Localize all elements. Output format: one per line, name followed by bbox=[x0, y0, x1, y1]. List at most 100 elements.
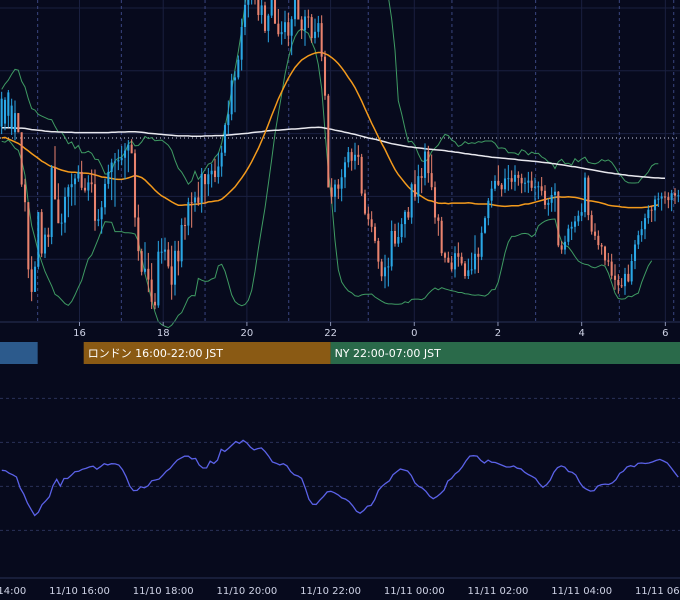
candle-body bbox=[523, 182, 527, 184]
candle-body bbox=[23, 184, 27, 203]
candle-body bbox=[490, 188, 493, 201]
candle-body bbox=[67, 187, 70, 197]
candle-body bbox=[470, 269, 473, 271]
candle-body bbox=[320, 23, 323, 57]
candle-body bbox=[137, 217, 140, 252]
candle-body bbox=[613, 275, 617, 280]
oscillator-time-tick-label: 11/10 20:00 bbox=[216, 586, 277, 597]
candle-body bbox=[103, 183, 107, 208]
candle-body bbox=[507, 178, 510, 180]
candle-body bbox=[87, 182, 90, 191]
candle-body bbox=[220, 152, 223, 167]
candle-body bbox=[330, 187, 333, 197]
candle-body bbox=[20, 132, 23, 185]
candle-body bbox=[160, 251, 163, 253]
candle-body bbox=[447, 257, 450, 263]
candle-body bbox=[637, 235, 640, 245]
candle-body bbox=[573, 221, 577, 227]
candle-body bbox=[400, 224, 403, 237]
candle-body bbox=[267, 15, 270, 31]
candle-body bbox=[517, 174, 520, 178]
candle-body bbox=[63, 196, 67, 223]
candle-body bbox=[13, 113, 17, 133]
oscillator-time-tick-label: 11/10 16:00 bbox=[49, 586, 110, 597]
candle-body bbox=[563, 241, 567, 250]
candle-body bbox=[577, 215, 580, 222]
time-tick-label: 6 bbox=[662, 328, 668, 339]
candle-body bbox=[183, 225, 187, 226]
candle-body bbox=[287, 22, 290, 36]
candle-body bbox=[37, 212, 40, 267]
candle-body bbox=[380, 261, 383, 277]
candle-body bbox=[647, 209, 650, 219]
candle-body bbox=[460, 256, 463, 264]
candle-body bbox=[487, 200, 490, 219]
candle-body bbox=[440, 220, 443, 254]
oscillator-time-tick-label: 11/10 18:00 bbox=[133, 586, 194, 597]
candle-body bbox=[7, 92, 10, 116]
candle-body bbox=[290, 19, 293, 36]
oscillator-time-tick-label: 11/11 00:00 bbox=[384, 586, 445, 597]
candle-body bbox=[3, 99, 7, 124]
candle-body bbox=[40, 212, 43, 254]
candle bbox=[230, 73, 233, 121]
candle-body bbox=[150, 279, 153, 302]
candle-body bbox=[620, 285, 623, 287]
candle-body bbox=[140, 251, 143, 272]
candle-body bbox=[407, 211, 410, 218]
candle-body bbox=[120, 157, 123, 161]
candle-body bbox=[610, 261, 613, 276]
candle-body bbox=[603, 246, 607, 261]
candle bbox=[583, 172, 587, 218]
candle-body bbox=[163, 249, 167, 252]
candle-body bbox=[560, 245, 563, 250]
candle bbox=[433, 181, 437, 224]
candle bbox=[273, 0, 277, 24]
candle-body bbox=[477, 253, 480, 257]
candle-body bbox=[167, 249, 170, 267]
candle-body bbox=[293, 0, 297, 20]
candle-body bbox=[90, 182, 93, 185]
candle-body bbox=[283, 22, 287, 33]
time-tick-label: 22 bbox=[324, 328, 337, 339]
candle-body bbox=[300, 19, 303, 31]
candle bbox=[557, 191, 560, 248]
candle-body bbox=[57, 199, 60, 224]
candle-body bbox=[343, 162, 347, 178]
candle-body bbox=[223, 125, 227, 153]
candle-body bbox=[657, 198, 660, 200]
candle-body bbox=[153, 301, 157, 306]
candle-body bbox=[473, 253, 477, 270]
candle-body bbox=[143, 268, 147, 272]
candle-body bbox=[203, 174, 207, 185]
candle-body bbox=[110, 162, 113, 172]
candle bbox=[180, 218, 183, 268]
candle-body bbox=[387, 266, 390, 268]
session-bar bbox=[0, 342, 38, 364]
candle-body bbox=[597, 235, 600, 246]
session-label: ロンドン 16:00-22:00 JST bbox=[88, 347, 224, 360]
candle-body bbox=[83, 187, 87, 191]
candle-body bbox=[270, 0, 273, 16]
candle-body bbox=[277, 23, 280, 35]
candle bbox=[323, 50, 327, 100]
candle-body bbox=[177, 250, 180, 262]
candle-body bbox=[393, 231, 397, 244]
candle-body bbox=[187, 202, 190, 226]
candlestick-chart: 16 18 20 22 0 2 4 6 ロンドン 16:00-22:00 JST NY 22:0… bbox=[0, 0, 680, 600]
candle-body bbox=[353, 154, 357, 161]
candle-body bbox=[273, 0, 277, 24]
oscillator-time-tick-label: 11/10 22:00 bbox=[300, 586, 361, 597]
candle-body bbox=[297, 0, 300, 20]
candle bbox=[360, 153, 363, 196]
candle-body bbox=[483, 218, 487, 233]
candle-body bbox=[543, 190, 547, 205]
candle-body bbox=[303, 16, 307, 31]
candle-body bbox=[130, 144, 133, 154]
candle-body bbox=[233, 77, 237, 81]
candle-body bbox=[190, 202, 193, 204]
candle-body bbox=[323, 56, 327, 96]
candle-body bbox=[673, 193, 677, 196]
candle-body bbox=[660, 196, 663, 199]
candle-body bbox=[367, 213, 370, 220]
